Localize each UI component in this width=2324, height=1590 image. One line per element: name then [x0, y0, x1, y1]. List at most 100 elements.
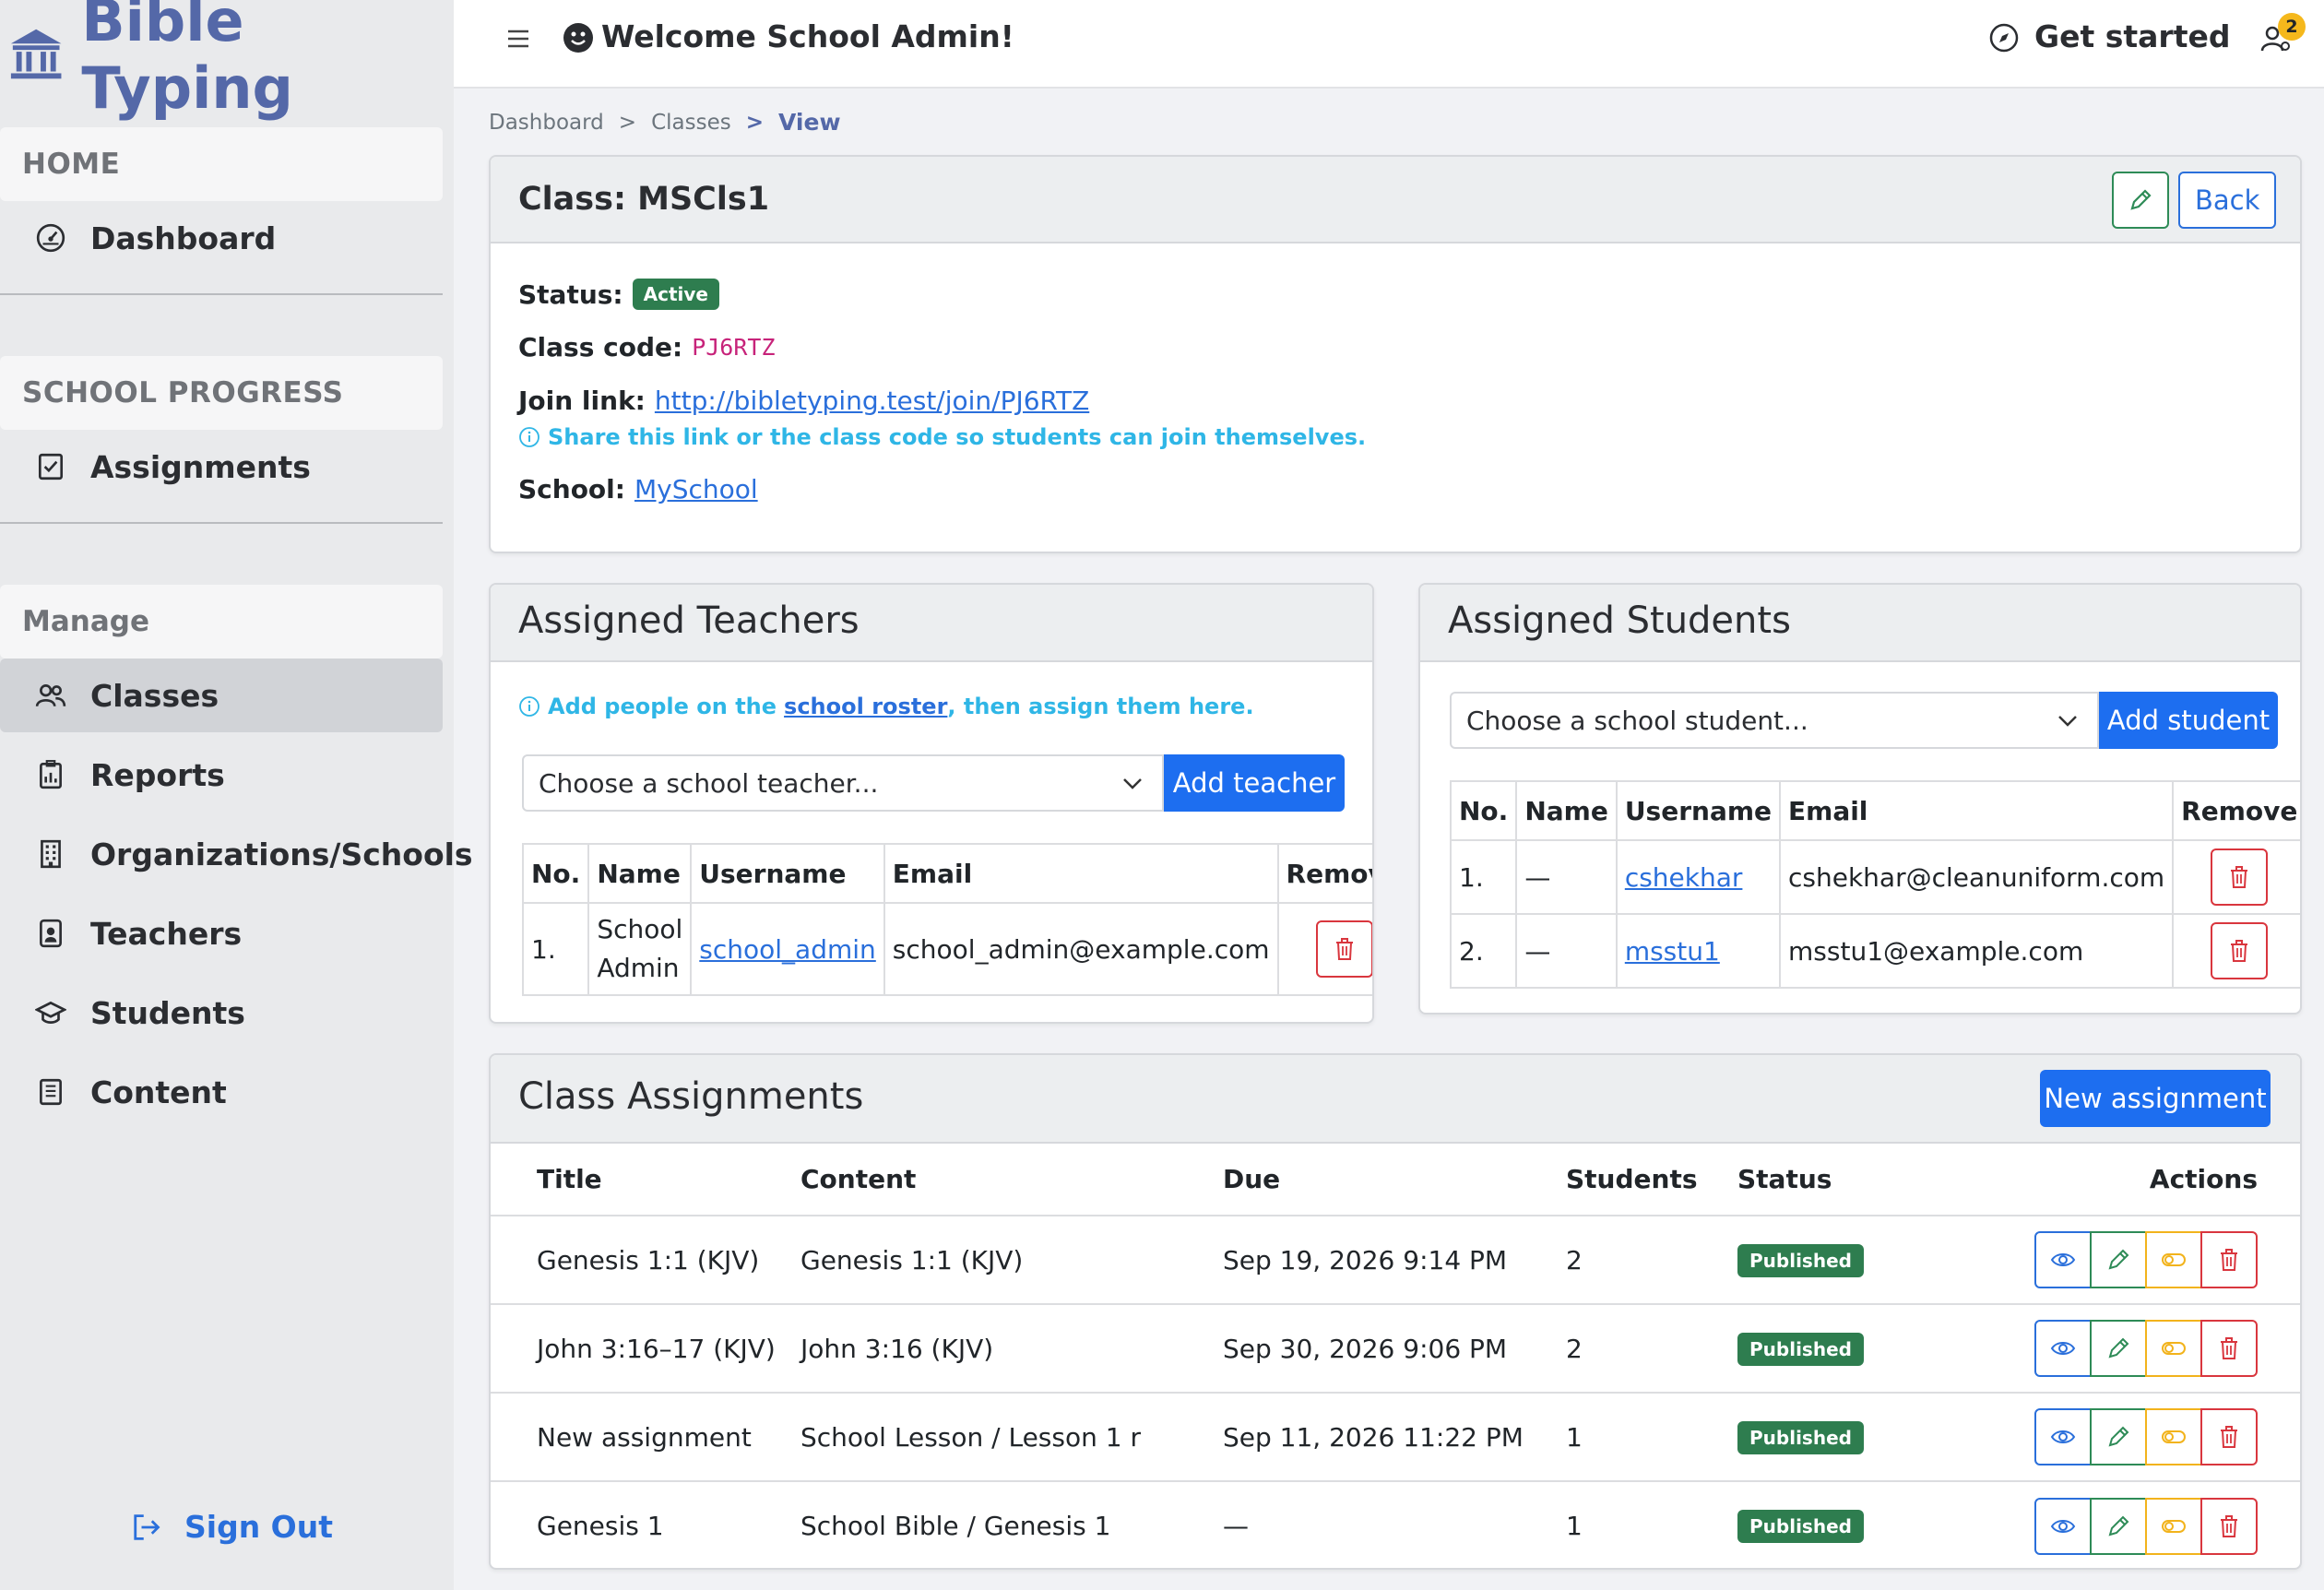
edit-class-button[interactable] — [2112, 172, 2169, 229]
toggle-publish-button[interactable] — [2145, 1231, 2202, 1288]
delete-assignment-button[interactable] — [2200, 1408, 2258, 1465]
get-started-link[interactable]: Get started — [2034, 18, 2230, 54]
join-hint-text: Share this link or the class code so stu… — [548, 424, 1367, 450]
trash-icon — [1335, 938, 1353, 960]
breadcrumb-classes[interactable]: Classes — [651, 111, 731, 135]
remove-teacher-button[interactable] — [1315, 920, 1372, 978]
assignment-students: 2 — [1566, 1215, 1737, 1304]
assignment-title: Genesis 1 — [491, 1480, 800, 1568]
teacher-select[interactable]: Choose a school teacher... — [522, 754, 1164, 812]
assignment-due: Sep 11, 2026 11:22 PM — [1223, 1392, 1566, 1481]
edit-assignment-button[interactable] — [2090, 1497, 2147, 1555]
class-title: Class: MSCls1 — [518, 181, 770, 218]
toggle-publish-button[interactable] — [2145, 1497, 2202, 1555]
add-teacher-button[interactable]: Add teacher — [1164, 754, 1345, 812]
new-assignment-button[interactable]: New assignment — [2040, 1070, 2271, 1127]
edit-assignment-button[interactable] — [2090, 1231, 2147, 1288]
status-badge: Published — [1737, 1420, 1864, 1454]
delete-assignment-button[interactable] — [2200, 1320, 2258, 1377]
remove-student-button[interactable] — [2211, 922, 2269, 979]
sidebar-item-classes[interactable]: Classes — [0, 659, 443, 732]
table-header-row: Title Content Due Students Status Action… — [491, 1144, 2300, 1216]
class-info-card: Class: MSCls1 Back Status: Active Class … — [489, 155, 2302, 553]
student-username-link[interactable]: msstu1 — [1625, 936, 1720, 967]
assignment-due: Sep 19, 2026 9:14 PM — [1223, 1215, 1566, 1304]
sidebar-item-label: Reports — [90, 756, 225, 793]
join-link[interactable]: http://bibletyping.test/join/PJ6RTZ — [655, 386, 1089, 416]
sidebar-item-teachers[interactable]: Teachers — [0, 896, 443, 970]
toggle-off-icon — [2162, 1430, 2186, 1443]
edit-assignment-button[interactable] — [2090, 1320, 2147, 1377]
edit-assignment-button[interactable] — [2090, 1408, 2147, 1465]
assignment-due: — — [1223, 1480, 1566, 1568]
school-roster-link[interactable]: school roster — [784, 694, 947, 719]
sidebar-item-students[interactable]: Students — [0, 976, 443, 1050]
student-select[interactable]: Choose a school student... — [1450, 692, 2099, 749]
sign-out-label: Sign Out — [184, 1509, 334, 1545]
sidebar-item-label: Dashboard — [90, 220, 277, 256]
teachers-table: No. Name Username Email Remove 1. School… — [521, 843, 1372, 996]
remove-student-button[interactable] — [2211, 848, 2269, 906]
assignments-title: Class Assignments — [518, 1075, 864, 1118]
hamburger-menu-icon[interactable] — [505, 26, 531, 52]
add-student-button[interactable]: Add student — [2099, 692, 2278, 749]
smiley-icon — [563, 23, 593, 53]
class-code-label: Class code: — [518, 332, 683, 362]
compass-icon[interactable] — [1988, 22, 2020, 53]
toggle-publish-button[interactable] — [2145, 1320, 2202, 1377]
column-header: Name — [587, 843, 693, 904]
assignment-due: Sep 30, 2026 9:06 PM — [1223, 1303, 1566, 1393]
toggle-off-icon — [2162, 1253, 2186, 1266]
assignment-content: Genesis 1:1 (KJV) — [800, 1215, 1223, 1304]
school-row: School: MySchool — [518, 474, 758, 504]
sidebar-item-assignments[interactable]: Assignments — [0, 430, 443, 504]
back-button[interactable]: Back — [2178, 172, 2277, 229]
sidebar-item-label: Students — [90, 994, 245, 1031]
trash-icon — [2221, 1514, 2237, 1537]
class-code-row: Class code: PJ6RTZ — [518, 332, 776, 362]
view-assignment-button[interactable] — [2034, 1320, 2092, 1377]
row-number: 2. — [1449, 913, 1518, 989]
school-link[interactable]: MySchool — [634, 474, 758, 504]
table-row: 2. — msstu1 msstu1@example.com — [1449, 913, 2300, 989]
school-label: School: — [518, 474, 625, 504]
sidebar-item-organizations[interactable]: Organizations/Schools — [0, 817, 473, 891]
pencil-icon — [2130, 189, 2152, 210]
assignments-table: Title Content Due Students Status Action… — [491, 1144, 2300, 1568]
sidebar-item-content[interactable]: Content — [0, 1055, 443, 1129]
teacher-username-link[interactable]: school_admin — [699, 934, 876, 965]
column-header: Email — [1779, 780, 2175, 841]
trash-icon — [2221, 1249, 2237, 1271]
view-assignment-button[interactable] — [2034, 1497, 2092, 1555]
toggle-publish-button[interactable] — [2145, 1408, 2202, 1465]
view-assignment-button[interactable] — [2034, 1231, 2092, 1288]
gauge-icon — [36, 223, 65, 253]
assignment-content: School Bible / Genesis 1 — [800, 1480, 1223, 1568]
table-row: Genesis 1 School Bible / Genesis 1 — 1 P… — [491, 1480, 2300, 1568]
toggle-off-icon — [2162, 1519, 2186, 1533]
sidebar-item-reports[interactable]: Reports — [0, 738, 443, 812]
sign-out-link[interactable]: Sign Out — [129, 1509, 333, 1545]
column-header: Due — [1223, 1164, 1281, 1194]
pencil-icon — [2108, 1249, 2129, 1270]
top-bar: Welcome School Admin! Get started 2 — [454, 0, 2324, 89]
delete-assignment-button[interactable] — [2200, 1497, 2258, 1555]
breadcrumb-separator: > — [745, 110, 765, 135]
student-username-link[interactable]: cshekhar — [1625, 862, 1743, 893]
breadcrumb-dashboard[interactable]: Dashboard — [489, 111, 604, 135]
delete-assignment-button[interactable] — [2200, 1231, 2258, 1288]
welcome-message: Welcome School Admin! — [601, 18, 1014, 54]
mortarboard-icon — [35, 1001, 66, 1024]
chevron-down-icon — [2058, 716, 2077, 727]
column-header: No. — [1449, 780, 1518, 841]
toggle-off-icon — [2162, 1342, 2186, 1355]
people-icon — [35, 684, 66, 707]
sidebar-item-dashboard[interactable]: Dashboard — [0, 201, 443, 275]
brand-logo[interactable]: Bible Typing — [7, 0, 454, 122]
column-header: Remove — [2172, 780, 2300, 841]
view-assignment-button[interactable] — [2034, 1408, 2092, 1465]
action-button-group — [2034, 1231, 2258, 1288]
pencil-icon — [2108, 1515, 2129, 1536]
teacher-name-first: School — [597, 914, 683, 944]
card-header: Class Assignments New assignment — [491, 1055, 2300, 1144]
